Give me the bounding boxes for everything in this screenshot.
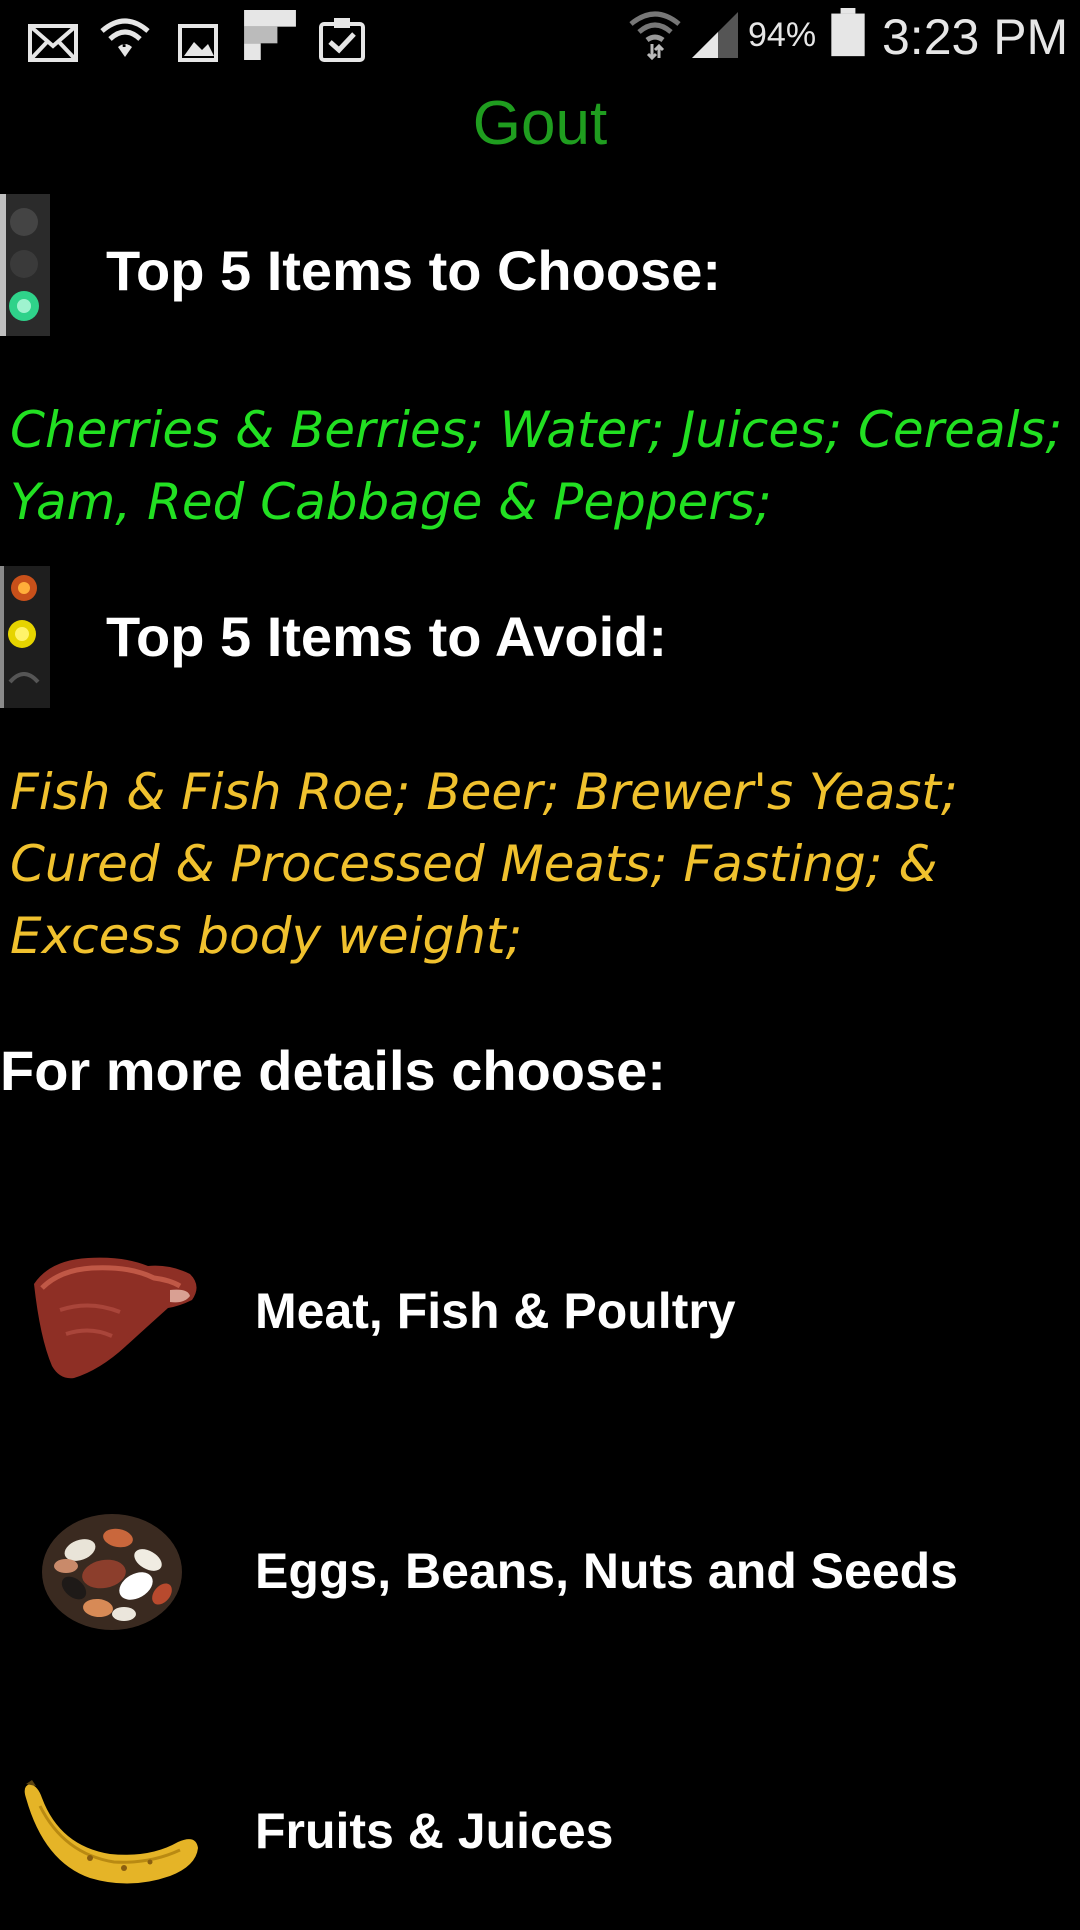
- clipboard-check-icon: [319, 18, 365, 62]
- choose-heading: Top 5 Items to Choose:: [106, 239, 721, 302]
- wifi-icon: ?: [100, 18, 150, 57]
- wifi-signal-icon: [629, 11, 681, 60]
- page-title: Gout: [472, 89, 608, 158]
- flipboard-icon: [244, 10, 296, 60]
- traffic-light-yellow-icon: [0, 566, 50, 708]
- category-label: Fruits & Juices: [255, 1803, 614, 1859]
- avoid-heading: Top 5 Items to Avoid:: [106, 605, 668, 668]
- traffic-light-green-icon: [0, 194, 50, 336]
- category-fruits-juices[interactable]: Fruits & Juices: [0, 1730, 1080, 1930]
- svg-text:?: ?: [120, 32, 129, 51]
- category-eggs-beans-nuts[interactable]: Eggs, Beans, Nuts and Seeds: [0, 1470, 1080, 1670]
- status-bar: ? 94% 3:23 PM: [0, 0, 1080, 72]
- choose-items-text: Cherries & Berries; Water; Juices; Cerea…: [10, 401, 1063, 531]
- steak-icon: [34, 1257, 197, 1379]
- details-heading: For more details choose:: [0, 1039, 666, 1102]
- avoid-items-text: Fish & Fish Roe; Beer; Brewer's Yeast; C…: [10, 763, 958, 965]
- battery-icon: [831, 8, 865, 57]
- image-icon: [178, 24, 218, 62]
- status-clock: 3:23 PM: [882, 9, 1069, 65]
- category-meat-fish-poultry[interactable]: Meat, Fish & Poultry: [0, 1210, 1080, 1410]
- banana-icon: [24, 1780, 198, 1884]
- battery-percent: 94%: [748, 16, 817, 54]
- category-label: Eggs, Beans, Nuts and Seeds: [255, 1543, 958, 1599]
- mail-icon: [28, 24, 78, 62]
- category-label: Meat, Fish & Poultry: [255, 1283, 736, 1339]
- cell-signal-icon: [692, 12, 738, 58]
- beans-icon: [42, 1514, 182, 1630]
